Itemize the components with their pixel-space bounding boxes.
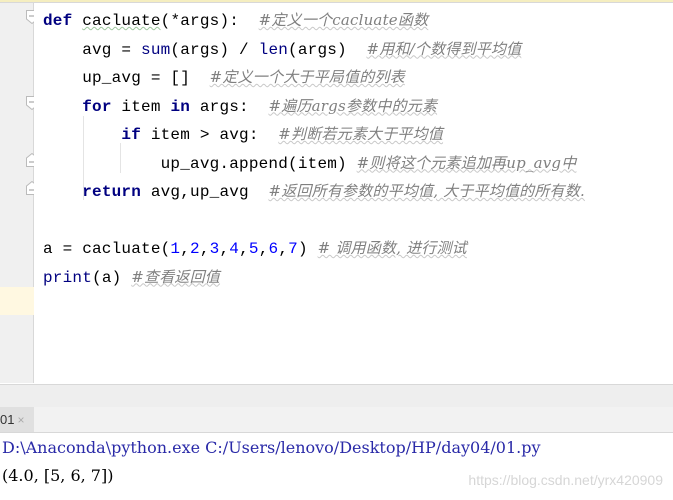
code-comment: # 调用函数, 进行测试 [317,239,467,257]
code-comment: #遍历args参数中的元素 [268,96,438,115]
code-token: 3 [209,240,220,258]
code-line: for item in args: #遍历args参数中的元素 [43,92,437,120]
code-line: def cacluate(*args): #定义一个cacluate函数 [43,6,428,34]
code-keyword: def [43,12,73,30]
code-comment: #用和/个数得到平均值 [366,39,522,58]
code-token: up_avg.append(item) [43,154,357,173]
code-line: return avg,up_avg #返回所有参数的平均值, 大于平均值的所有数… [43,177,585,205]
code-token: ) [297,240,318,258]
code-comment: #定义一个cacluate函数 [258,11,429,29]
close-icon[interactable]: × [17,413,24,427]
code-token: item [111,97,171,116]
watermark: https://blog.csdn.net/yrx420909 [468,472,663,488]
code-token: len [258,40,289,59]
code-token [43,126,121,144]
code-token [43,183,82,201]
code-token: sum [141,40,171,59]
code-token [43,98,82,116]
code-token: 4 [229,240,240,258]
run-tab[interactable]: 01 × [0,407,34,432]
code-token: (*args): [160,12,259,30]
code-token: up_avg = [] [43,69,210,87]
code-line: up_avg = [] #定义一个大于平局值的列表 [43,63,405,91]
code-comment: #则将这个元素追加再up_avg中 [356,153,577,172]
code-editor[interactable]: def cacluate(*args): #定义一个cacluate函数 avg… [34,3,673,383]
console-output-line: (4.0, [5, 6, 7]) [2,466,114,485]
code-token: , [180,240,191,258]
code-line: a = cacluate(1,2,3,4,5,6,7) # 调用函数, 进行测试 [43,234,467,262]
editor-status-strip [0,384,673,408]
run-tabbar: 01 × [0,407,673,433]
code-keyword: in [170,97,191,116]
code-token: cacluate [82,12,161,30]
code-keyword: for [82,97,112,116]
code-token: 5 [248,240,259,258]
code-comment: #判断若元素大于平均值 [278,125,444,143]
code-token: , [258,240,269,258]
run-tab-label: 01 [0,412,15,427]
code-comment: #返回所有参数的平均值, 大于平均值的所有数. [268,182,585,200]
code-token: (args) [288,40,367,59]
code-token: 1 [170,240,181,258]
code-comment: #查看返回值 [131,267,221,286]
code-keyword: return [82,183,142,201]
code-token: (args) / [170,40,259,59]
code-token: a = cacluate( [43,240,171,258]
code-token: avg,up_avg [141,183,269,201]
code-token: , [239,240,249,258]
code-token: avg = [43,40,142,59]
code-token: , [278,240,289,258]
code-line: up_avg.append(item) #则将这个元素追加再up_avg中 [43,149,577,177]
code-line: print(a) #查看返回值 [43,263,220,291]
code-line: avg = sum(args) / len(args) #用和/个数得到平均值 [43,35,521,63]
run-console[interactable]: D:\Anaconda\python.exe C:/Users/lenovo/D… [0,433,673,500]
code-comment: #定义一个大于平局值的列表 [209,68,405,86]
code-token: , [219,240,230,258]
code-token: (a) [92,268,132,287]
code-line: if item > avg: #判断若元素大于平均值 [43,120,443,148]
code-token: 2 [190,240,200,258]
code-token: args: [190,97,269,116]
code-keyword: if [121,126,142,144]
code-token: , [199,240,210,258]
console-command-line: D:\Anaconda\python.exe C:/Users/lenovo/D… [2,438,541,457]
code-token: print [43,268,93,287]
code-token: 7 [288,240,298,258]
code-token: 6 [268,240,279,258]
code-token: item > avg: [141,126,279,144]
code-token [72,12,82,30]
